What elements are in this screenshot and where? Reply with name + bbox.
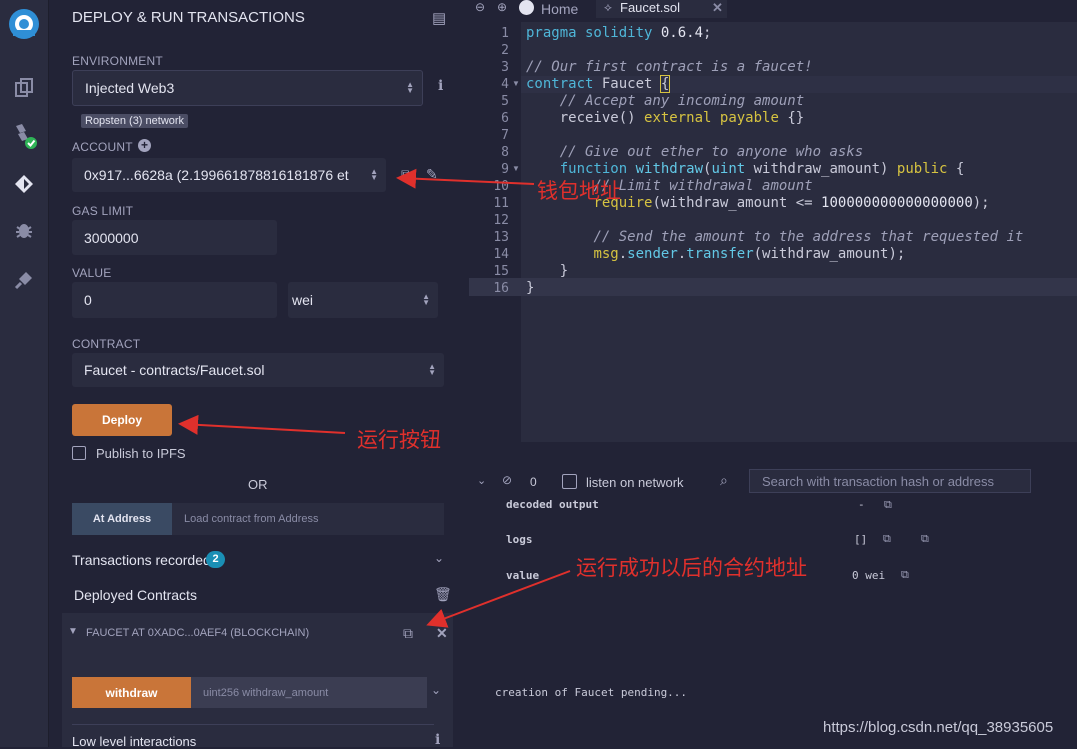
wallet-arrow bbox=[396, 168, 535, 189]
annotation-run-button: 运行按钮 bbox=[357, 428, 441, 452]
contract-arrow bbox=[426, 570, 571, 628]
annotation-arrows bbox=[178, 168, 571, 628]
watermark: https://blog.csdn.net/qq_38935605 bbox=[823, 719, 1054, 736]
deploy-arrow bbox=[178, 414, 346, 435]
annotation-wallet-address: 钱包地址 bbox=[537, 179, 621, 203]
annotation-contract-address: 运行成功以后的合约地址 bbox=[576, 556, 807, 580]
